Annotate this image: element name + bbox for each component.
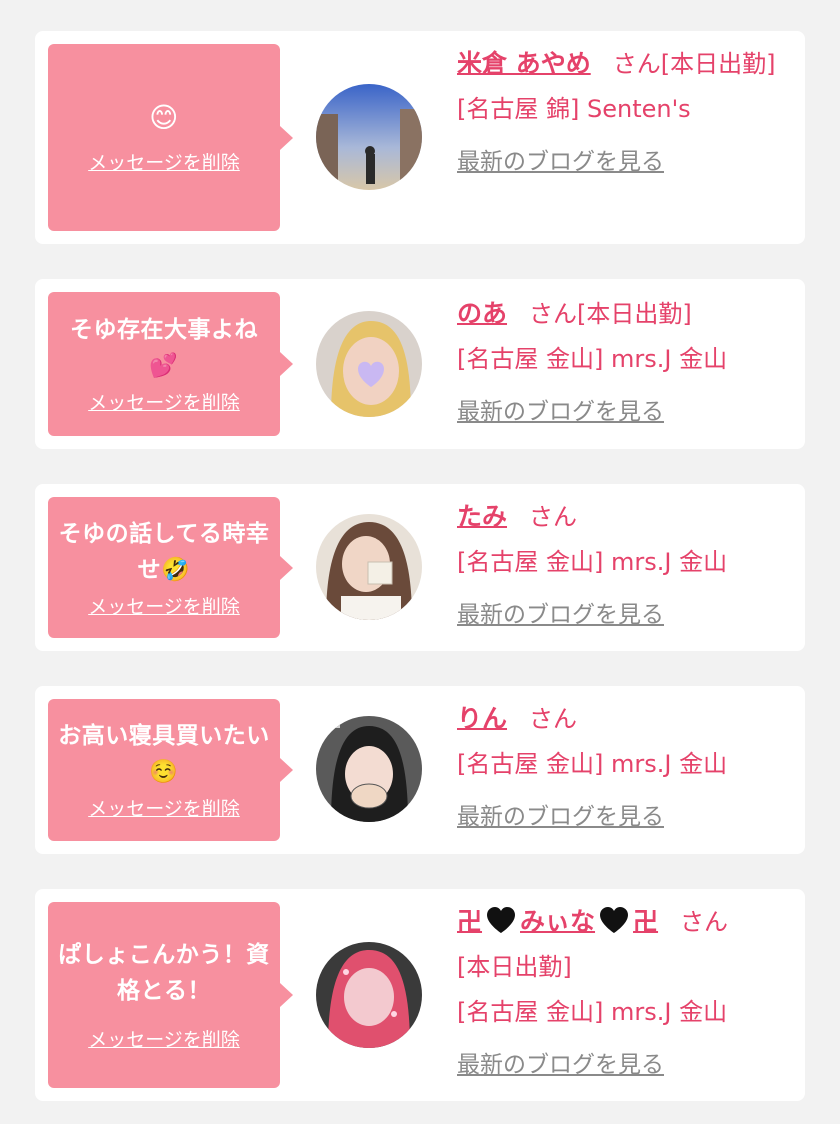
message-text: そゆ存在大事よね💕 [70, 317, 258, 379]
favorite-card: そゆの話してる時幸せ🤣 メッセージを削除 たみ さん [名古屋 金山] mrs.J… [35, 484, 805, 651]
delete-message-link[interactable]: メッセージを削除 [88, 594, 240, 620]
honorific: さん [529, 300, 578, 328]
cast-info: 卍みぃな卍さん [本日出勤] [名古屋 金山] mrs.J 金山 最新のブログを… [457, 899, 785, 1088]
status-text: [本日出勤] [457, 953, 572, 981]
black-heart-icon [487, 907, 516, 933]
message-bubble: ぱしょこんかう！資格とる！ メッセージを削除 [48, 902, 293, 1088]
name-part: 卍 [633, 907, 659, 936]
favorite-card: そゆ存在大事よね💕 メッセージを削除 のあ さん[本日出勤] [名古屋 金山] m… [35, 279, 805, 449]
black-heart-icon [600, 907, 629, 933]
honorific: さん [529, 503, 578, 531]
message-bubble: お高い寝具買いたい☺️ メッセージを削除 [48, 699, 293, 841]
name-part: 卍 [457, 907, 483, 936]
cast-info: たみ さん [名古屋 金山] mrs.J 金山 最新のブログを見る [457, 494, 785, 638]
avatar[interactable] [316, 84, 422, 190]
latest-blog-link[interactable]: 最新のブログを見る [457, 593, 664, 638]
shop-text: [名古屋 錦] Senten's [457, 95, 691, 123]
delete-message-link[interactable]: メッセージを削除 [88, 390, 240, 416]
name-part: みぃな [520, 907, 596, 936]
favorite-card: お高い寝具買いたい☺️ メッセージを削除 りん さん [名古屋 金山] mrs.J… [35, 686, 805, 854]
shop-text: [名古屋 金山] mrs.J 金山 [457, 998, 728, 1026]
avatar[interactable] [316, 942, 422, 1048]
cast-name-link[interactable]: りん [457, 704, 507, 733]
status-text: [本日出勤] [660, 50, 776, 78]
message-bubble: そゆ存在大事よね💕 メッセージを削除 [48, 292, 293, 436]
cast-info: りん さん [名古屋 金山] mrs.J 金山 最新のブログを見る [457, 696, 785, 840]
honorific: さん [680, 908, 729, 936]
message-bubble: 😊 メッセージを削除 [48, 44, 293, 231]
cast-info: のあ さん[本日出勤] [名古屋 金山] mrs.J 金山 最新のブログを見る [457, 291, 785, 435]
favorite-card: 😊 メッセージを削除 米倉 あやめ さん[本日出勤] [名古屋 錦] Senten… [35, 31, 805, 244]
avatar[interactable] [316, 716, 422, 822]
cast-name-link[interactable]: のあ [457, 299, 507, 328]
latest-blog-link[interactable]: 最新のブログを見る [457, 390, 664, 435]
favorite-card: ぱしょこんかう！資格とる！ メッセージを削除 卍みぃな卍さん [本日出勤] [名… [35, 889, 805, 1101]
delete-message-link[interactable]: メッセージを削除 [88, 150, 240, 176]
cast-name-link[interactable]: 卍 みぃな 卍 [457, 907, 658, 936]
shop-text: [名古屋 金山] mrs.J 金山 [457, 548, 728, 576]
cast-info: 米倉 あやめ さん[本日出勤] [名古屋 錦] Senten's 最新のブログを見… [457, 41, 785, 185]
delete-message-link[interactable]: メッセージを削除 [88, 796, 240, 822]
cast-name-link[interactable]: たみ [457, 502, 507, 531]
delete-message-link[interactable]: メッセージを削除 [88, 1027, 240, 1053]
latest-blog-link[interactable]: 最新のブログを見る [457, 795, 664, 840]
latest-blog-link[interactable]: 最新のブログを見る [457, 140, 664, 185]
honorific: さん [529, 705, 578, 733]
message-text: ぱしょこんかう！資格とる！ [58, 942, 270, 1004]
avatar[interactable] [316, 311, 422, 417]
message-text: そゆの話してる時幸せ🤣 [58, 520, 270, 583]
latest-blog-link[interactable]: 最新のブログを見る [457, 1043, 664, 1088]
avatar[interactable] [316, 514, 422, 620]
status-text: [本日出勤] [577, 300, 692, 328]
honorific: さん [612, 50, 661, 78]
shop-text: [名古屋 金山] mrs.J 金山 [457, 750, 728, 778]
message-text: 😊 [149, 100, 179, 134]
cast-name-link[interactable]: 米倉 あやめ [457, 49, 591, 78]
message-text: お高い寝具買いたい☺️ [58, 723, 270, 785]
shop-text: [名古屋 金山] mrs.J 金山 [457, 345, 728, 373]
message-bubble: そゆの話してる時幸せ🤣 メッセージを削除 [48, 497, 293, 638]
